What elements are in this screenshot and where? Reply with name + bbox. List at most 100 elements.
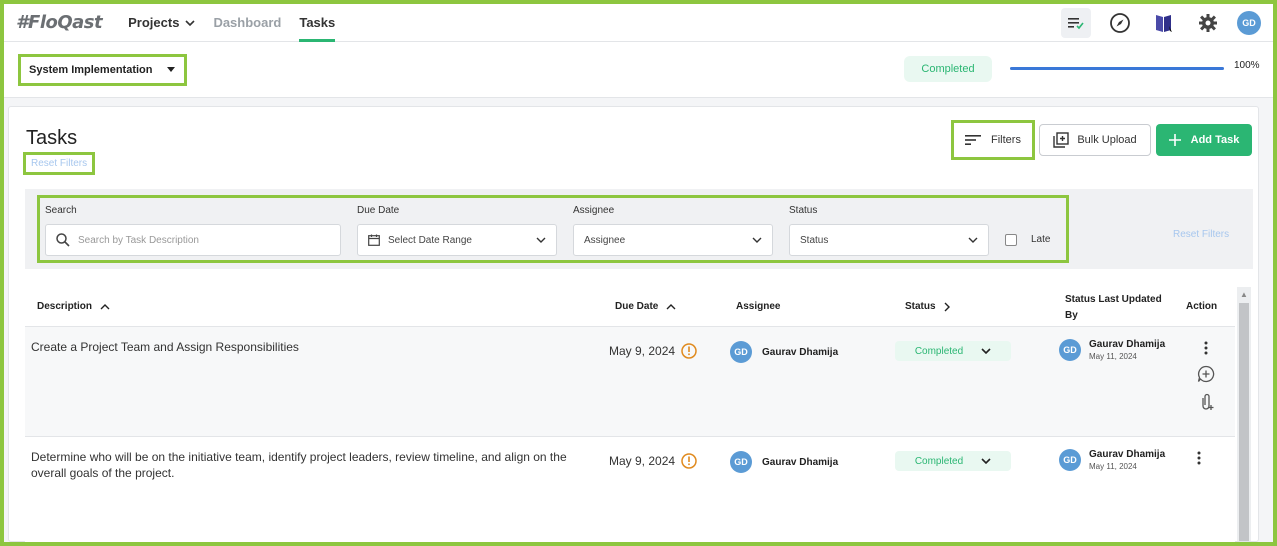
col-assignee[interactable]: Assignee <box>736 301 780 312</box>
tasks-table: Description Due Date Assignee Status Sta… <box>25 285 1235 542</box>
late-checkbox[interactable] <box>1005 234 1017 246</box>
assignee-label: Assignee <box>573 205 615 216</box>
task-description: Determine who will be on the initiative … <box>31 450 567 480</box>
avatar: GD <box>730 341 752 363</box>
caret-down-icon <box>167 66 176 72</box>
avatar: GD <box>1059 339 1081 361</box>
attachment-icon[interactable] <box>1198 393 1214 411</box>
due-date-text: May 9, 2024 <box>609 344 676 358</box>
search-label: Search <box>45 205 77 216</box>
chevron-down-icon <box>752 237 762 243</box>
table-header: Description Due Date Assignee Status Sta… <box>25 285 1235 327</box>
due-date-value: Select Date Range <box>388 234 472 246</box>
more-vertical-icon[interactable] <box>1197 451 1201 465</box>
col-due-date[interactable]: Due Date <box>615 301 676 312</box>
compass-icon <box>1110 12 1130 33</box>
warning-icon <box>681 453 697 469</box>
bulk-upload-label: Bulk Upload <box>1077 134 1137 146</box>
project-progress-bar <box>1010 67 1224 70</box>
page-title: Tasks <box>26 127 78 149</box>
chevron-down-icon <box>536 237 546 243</box>
task-status-dropdown[interactable]: Completed <box>895 341 1011 361</box>
tasks-panel: Tasks Reset Filters Filters Bulk Upload … <box>8 106 1259 542</box>
col-status[interactable]: Status <box>905 301 950 312</box>
due-date-label: Due Date <box>357 205 400 216</box>
warning-icon <box>681 343 697 359</box>
col-due-date-label: Due Date <box>615 301 659 312</box>
col-description-label: Description <box>37 301 93 312</box>
filters-button[interactable]: Filters <box>951 120 1035 160</box>
col-status-last-updated[interactable]: Status Last Updated By <box>1065 292 1175 324</box>
updated-by-name: Gaurav Dhamija <box>1089 449 1166 460</box>
updated-date: May 11, 2024 <box>1089 462 1137 471</box>
status-updated-by: GD Gaurav Dhamija May 11, 2024 <box>1059 339 1165 361</box>
user-avatar[interactable]: GD <box>1237 10 1261 35</box>
project-name: System Implementation <box>29 63 153 76</box>
status-value: Status <box>800 234 829 246</box>
search-icon <box>56 233 70 247</box>
row-actions <box>1197 341 1215 411</box>
assignee-select[interactable]: Assignee <box>573 224 773 256</box>
app-frame: #FloQast Projects Dashboard Tasks GD Sys… <box>0 0 1277 546</box>
more-vertical-icon[interactable] <box>1204 341 1208 355</box>
table-scrollbar[interactable]: ▲ <box>1237 287 1251 541</box>
search-input[interactable]: Search by Task Description <box>45 224 341 256</box>
chevron-down-icon <box>981 348 991 354</box>
row-actions <box>1197 451 1201 465</box>
task-assignee: GD Gaurav Dhamija <box>730 341 838 363</box>
progress-fill <box>1010 67 1224 70</box>
add-task-label: Add Task <box>1190 134 1240 146</box>
reset-filters-button[interactable]: Reset Filters <box>1173 229 1229 240</box>
status-text: Completed <box>914 455 964 467</box>
floqast-logo[interactable]: #FloQast <box>16 12 103 33</box>
chevron-down-icon <box>981 458 991 464</box>
sort-up-icon <box>100 303 110 309</box>
scroll-up-icon[interactable]: ▲ <box>1240 290 1248 299</box>
task-list-button[interactable] <box>1061 7 1091 38</box>
compass-button[interactable] <box>1105 8 1135 38</box>
search-placeholder: Search by Task Description <box>78 234 199 246</box>
avatar: GD <box>1059 449 1081 471</box>
scroll-thumb[interactable] <box>1239 303 1249 541</box>
due-date-select[interactable]: Select Date Range <box>357 224 557 256</box>
nav-dashboard[interactable]: Dashboard <box>213 4 281 42</box>
col-action: Action <box>1186 301 1218 312</box>
chevron-right-icon <box>944 302 950 311</box>
project-header: System Implementation Completed 100% <box>4 42 1273 98</box>
assignee-name: Gaurav Dhamija <box>762 346 839 358</box>
nav-tasks[interactable]: Tasks <box>299 4 335 42</box>
due-date-text: May 9, 2024 <box>609 454 676 468</box>
nav-right-tools: GD <box>1061 7 1261 38</box>
filter-lines-icon <box>965 135 982 145</box>
col-status-label: Status <box>905 301 936 312</box>
nav-projects[interactable]: Projects <box>128 4 196 42</box>
settings-button[interactable] <box>1193 8 1223 38</box>
book-icon <box>1156 14 1172 32</box>
status-label: Status <box>789 205 818 216</box>
task-status-dropdown[interactable]: Completed <box>895 451 1011 471</box>
book-button[interactable] <box>1149 8 1179 38</box>
col-description[interactable]: Description <box>37 301 110 312</box>
task-assignee: GD Gaurav Dhamija <box>730 451 838 473</box>
task-description: Create a Project Team and Assign Respons… <box>31 340 299 354</box>
project-selector[interactable]: System Implementation <box>18 53 188 86</box>
add-comment-icon[interactable] <box>1197 365 1215 383</box>
status-select[interactable]: Status <box>789 224 989 256</box>
status-updated-by: GD Gaurav Dhamija May 11, 2024 <box>1059 449 1165 471</box>
task-due-date: May 9, 2024 <box>609 343 697 359</box>
table-row[interactable]: Determine who will be on the initiative … <box>25 437 1235 542</box>
add-task-button[interactable]: Add Task <box>1156 124 1252 156</box>
reset-filters-link[interactable]: Reset Filters <box>23 152 96 175</box>
progress-percent: 100% <box>1234 60 1260 71</box>
bulk-upload-icon <box>1053 132 1070 148</box>
bulk-upload-button[interactable]: Bulk Upload <box>1039 124 1151 156</box>
plus-icon <box>1168 134 1181 146</box>
updated-date: May 11, 2024 <box>1089 352 1137 361</box>
chevron-down-icon <box>185 19 196 26</box>
avatar: GD <box>730 451 752 473</box>
table-row[interactable]: Create a Project Team and Assign Respons… <box>25 327 1235 437</box>
assignee-value: Assignee <box>584 234 626 246</box>
task-list-icon <box>1068 17 1084 29</box>
filters-label: Filters <box>991 134 1021 146</box>
calendar-icon <box>368 234 380 246</box>
